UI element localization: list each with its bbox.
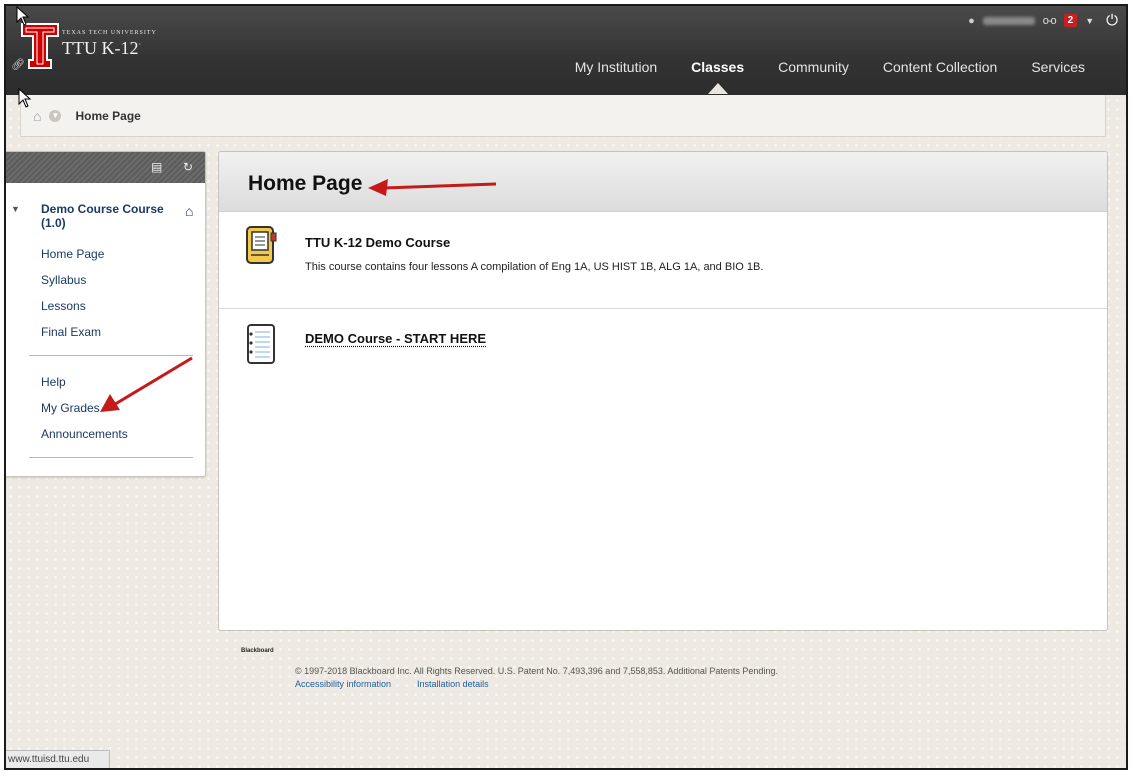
breadcrumb: ⌂ ▼ Home Page (20, 95, 1106, 137)
item-title[interactable]: TTU K-12 Demo Course (305, 235, 450, 250)
menu-item-my-grades[interactable]: My Grades (41, 401, 100, 415)
page-title: Home Page (248, 172, 363, 195)
menu-item-syllabus[interactable]: Syllabus (41, 273, 86, 287)
copyright-text: © 1997-2018 Blackboard Inc. All Rights R… (295, 666, 778, 676)
tab-community[interactable]: Community (761, 59, 866, 75)
accessibility-link[interactable]: Accessibility information (295, 679, 391, 689)
browser-frame: TEXAS TECH UNIVERSITY TTU K-12· 🔗︎ ● o‑o… (4, 4, 1128, 770)
tab-services[interactable]: Services (1014, 59, 1102, 75)
menu-divider (29, 457, 193, 458)
folder-view-icon[interactable]: ▤ (151, 160, 162, 174)
document-icon (247, 324, 275, 364)
item-description: This course contains four lessons A comp… (305, 261, 764, 273)
course-menu-header: ▤ ↻ (6, 152, 205, 183)
chevron-down-icon[interactable]: ▼ (1085, 16, 1094, 26)
refresh-icon[interactable]: ↻ (183, 160, 193, 174)
collapse-caret-icon[interactable]: ▼ (11, 204, 20, 214)
chevron-down-circle-icon[interactable]: ▼ (49, 109, 62, 122)
course-menu: ▤ ↻ ▼ Demo Course Course (1.0) ⌂ Home Pa… (6, 151, 206, 477)
content-item: DEMO Course - START HERE (219, 309, 1107, 389)
top-navigation-bar: TEXAS TECH UNIVERSITY TTU K-12· 🔗︎ ● o‑o… (6, 6, 1126, 95)
notification-badge[interactable]: 2 (1063, 14, 1078, 27)
user-icon: ● (968, 14, 975, 27)
menu-item-final-exam[interactable]: Final Exam (41, 325, 101, 339)
content-area: Home Page TTU K-12 Demo Course This cour… (218, 151, 1108, 631)
main-nav: My Institution Classes Community Content… (558, 59, 1102, 94)
content-header: Home Page (219, 152, 1107, 212)
texas-tech-logo-icon[interactable] (20, 20, 60, 70)
tab-classes[interactable]: Classes (674, 59, 761, 94)
menu-item-help[interactable]: Help (41, 375, 66, 389)
link-icon[interactable]: 🔗︎ (11, 58, 25, 71)
brand-title: TTU K-12· (62, 38, 142, 58)
brand-university: TEXAS TECH UNIVERSITY (62, 30, 157, 36)
installation-details-link[interactable]: Installation details (417, 679, 489, 689)
menu-item-lessons[interactable]: Lessons (41, 299, 86, 313)
tab-my-institution[interactable]: My Institution (558, 59, 674, 75)
breadcrumb-current: Home Page (75, 108, 141, 123)
tab-content-collection[interactable]: Content Collection (866, 59, 1014, 75)
footer-links: Accessibility information Installation d… (295, 679, 489, 689)
user-bar: ● o‑o 2 ▼ ⏻ (968, 12, 1118, 29)
user-name-blurred[interactable] (982, 16, 1035, 25)
course-home-icon[interactable]: ⌂ (185, 203, 193, 219)
content-item: TTU K-12 Demo Course This course contain… (219, 213, 1107, 308)
status-bar-url: www.ttuisd.ttu.edu (6, 750, 110, 768)
menu-item-home-page[interactable]: Home Page (41, 247, 104, 261)
course-name[interactable]: Demo Course Course (1.0) (41, 202, 171, 230)
menu-item-announcements[interactable]: Announcements (41, 427, 128, 441)
menu-divider (29, 355, 193, 356)
home-icon[interactable]: ⌂ (33, 108, 41, 124)
power-icon[interactable]: ⏻ (1106, 12, 1118, 29)
course-module-icon (246, 226, 277, 264)
item-title-link[interactable]: DEMO Course - START HERE (305, 331, 486, 346)
glasses-icon[interactable]: o‑o (1043, 15, 1057, 27)
blackboard-logo[interactable]: Blackboard (241, 648, 274, 654)
